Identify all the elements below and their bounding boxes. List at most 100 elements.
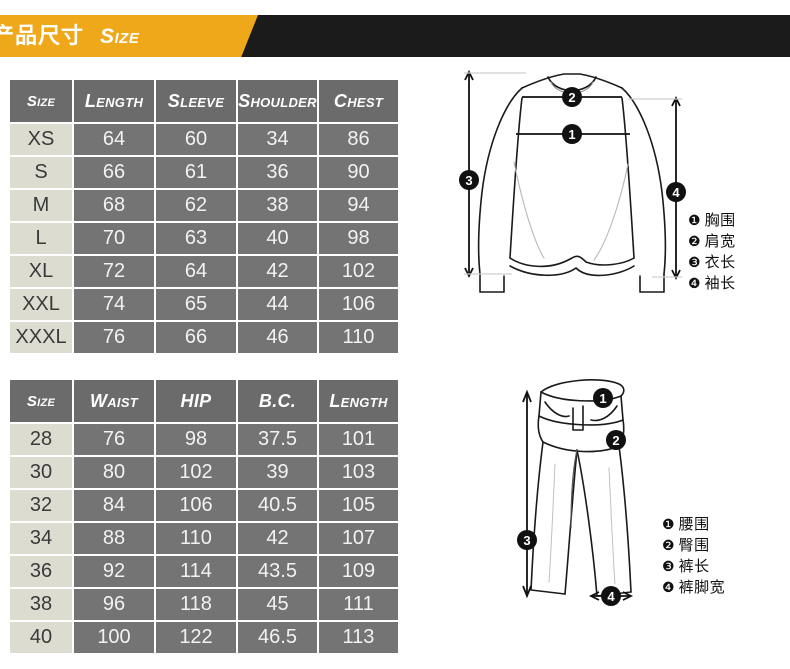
table-row: 40 100 122 46.5 113 bbox=[10, 622, 398, 653]
cell-hip: 102 bbox=[156, 457, 236, 488]
svg-text:3: 3 bbox=[523, 533, 530, 548]
column-header-shoulder: Shoulder bbox=[238, 80, 317, 122]
cell-bc: 43.5 bbox=[238, 556, 317, 587]
legend-marker-4-icon: ❹ bbox=[688, 275, 701, 291]
cell-shoulder: 46 bbox=[238, 322, 317, 353]
table-row: M 68 62 38 94 bbox=[10, 190, 398, 221]
banner-title-english: Size bbox=[100, 25, 140, 48]
cell-chest: 86 bbox=[319, 124, 398, 155]
cell-chest: 94 bbox=[319, 190, 398, 221]
cell-size: M bbox=[10, 190, 72, 221]
legend-item: ❶ 腰围 bbox=[662, 514, 725, 535]
cell-length: 101 bbox=[319, 424, 398, 455]
cell-size: L bbox=[10, 223, 72, 254]
pants-table-head: Size Waist HIP B.C. Length bbox=[10, 380, 398, 422]
legend-marker-3-icon: ❸ bbox=[662, 558, 675, 574]
shirt-marker-chest: 1 bbox=[562, 124, 582, 144]
legend-marker-2-icon: ❷ bbox=[662, 537, 675, 553]
legend-item: ❸ 裤长 bbox=[662, 556, 725, 577]
cell-length: 70 bbox=[74, 223, 154, 254]
svg-text:2: 2 bbox=[612, 433, 619, 448]
shirt-marker-sleeve: 4 bbox=[666, 182, 686, 202]
table-row: 38 96 118 45 111 bbox=[10, 589, 398, 620]
cell-hip: 114 bbox=[156, 556, 236, 587]
cell-length: 113 bbox=[319, 622, 398, 653]
cell-hip: 110 bbox=[156, 523, 236, 554]
shirt-measurement-diagram: 1 2 3 4 bbox=[459, 69, 686, 293]
legend-label-length: 衣长 bbox=[704, 254, 736, 271]
pants-table-body: 28 76 98 37.5 101 30 80 102 39 103 32 84… bbox=[10, 424, 398, 653]
shirt-marker-shoulder: 2 bbox=[562, 87, 582, 107]
cell-sleeve: 63 bbox=[156, 223, 236, 254]
table-row: 28 76 98 37.5 101 bbox=[10, 424, 398, 455]
cell-chest: 106 bbox=[319, 289, 398, 320]
table-row: 32 84 106 40.5 105 bbox=[10, 490, 398, 521]
shirt-table-body: XS 64 60 34 86 S 66 61 36 90 M 68 62 38 … bbox=[10, 124, 398, 353]
cell-waist: 76 bbox=[74, 424, 154, 455]
cell-shoulder: 42 bbox=[238, 256, 317, 287]
column-header-sleeve: Sleeve bbox=[156, 80, 236, 122]
cell-length: 68 bbox=[74, 190, 154, 221]
cell-size: 28 bbox=[10, 424, 72, 455]
cell-hip: 118 bbox=[156, 589, 236, 620]
cell-shoulder: 36 bbox=[238, 157, 317, 188]
cell-shoulder: 34 bbox=[238, 124, 317, 155]
legend-label-chest: 胸围 bbox=[704, 212, 736, 229]
cell-bc: 40.5 bbox=[238, 490, 317, 521]
cell-size: 34 bbox=[10, 523, 72, 554]
column-header-chest: Chest bbox=[319, 80, 398, 122]
cell-sleeve: 62 bbox=[156, 190, 236, 221]
column-header-size: Size bbox=[10, 80, 72, 122]
cell-size: XL bbox=[10, 256, 72, 287]
cell-sleeve: 66 bbox=[156, 322, 236, 353]
table-row: XXL 74 65 44 106 bbox=[10, 289, 398, 320]
legend-label-leg-opening: 裤脚宽 bbox=[678, 579, 726, 596]
page-header-banner: 产品尺寸 Size bbox=[0, 15, 790, 57]
legend-item: ❷ 臀围 bbox=[662, 535, 725, 556]
legend-item: ❸ 衣长 bbox=[688, 252, 736, 273]
cell-length: 76 bbox=[74, 322, 154, 353]
cell-chest: 98 bbox=[319, 223, 398, 254]
cell-chest: 102 bbox=[319, 256, 398, 287]
pants-measurement-diagram: 1 2 3 4 bbox=[517, 379, 634, 606]
legend-label-sleeve: 袖长 bbox=[704, 275, 736, 292]
cell-sleeve: 64 bbox=[156, 256, 236, 287]
cell-chest: 90 bbox=[319, 157, 398, 188]
cell-size: 36 bbox=[10, 556, 72, 587]
shirt-size-table: Size Length Sleeve Shoulder Chest XS 64 … bbox=[8, 78, 400, 355]
svg-text:4: 4 bbox=[607, 589, 615, 604]
cell-hip: 106 bbox=[156, 490, 236, 521]
pants-length-measure-line bbox=[522, 389, 532, 599]
cell-length: 64 bbox=[74, 124, 154, 155]
cell-bc: 45 bbox=[238, 589, 317, 620]
cell-size: XXXL bbox=[10, 322, 72, 353]
cell-waist: 92 bbox=[74, 556, 154, 587]
legend-item: ❹ 裤脚宽 bbox=[662, 577, 725, 598]
legend-marker-2-icon: ❷ bbox=[688, 233, 701, 249]
cell-sleeve: 61 bbox=[156, 157, 236, 188]
pants-size-table: Size Waist HIP B.C. Length 28 76 98 37.5… bbox=[8, 378, 400, 655]
cell-chest: 110 bbox=[319, 322, 398, 353]
cell-bc: 39 bbox=[238, 457, 317, 488]
cell-waist: 96 bbox=[74, 589, 154, 620]
table-row: L 70 63 40 98 bbox=[10, 223, 398, 254]
cell-size: S bbox=[10, 157, 72, 188]
pants-measurement-legend: ❶ 腰围 ❷ 臀围 ❸ 裤长 ❹ 裤脚宽 bbox=[662, 514, 725, 598]
svg-text:4: 4 bbox=[672, 185, 680, 200]
cell-length: 74 bbox=[74, 289, 154, 320]
column-header-hip: HIP bbox=[156, 380, 236, 422]
pants-marker-leg-opening: 4 bbox=[601, 586, 621, 606]
cell-waist: 80 bbox=[74, 457, 154, 488]
table-row: 34 88 110 42 107 bbox=[10, 523, 398, 554]
cell-length: 72 bbox=[74, 256, 154, 287]
pants-marker-waist: 1 bbox=[593, 388, 613, 408]
cell-length: 111 bbox=[319, 589, 398, 620]
cell-size: 38 bbox=[10, 589, 72, 620]
table-row: 36 92 114 43.5 109 bbox=[10, 556, 398, 587]
legend-marker-1-icon: ❶ bbox=[662, 516, 675, 532]
shirt-measurement-legend: ❶ 胸围 ❷ 肩宽 ❸ 衣长 ❹ 袖长 bbox=[688, 210, 736, 294]
cell-size: XS bbox=[10, 124, 72, 155]
cell-waist: 84 bbox=[74, 490, 154, 521]
legend-label-waist: 腰围 bbox=[678, 516, 710, 533]
legend-item: ❹ 袖长 bbox=[688, 273, 736, 294]
